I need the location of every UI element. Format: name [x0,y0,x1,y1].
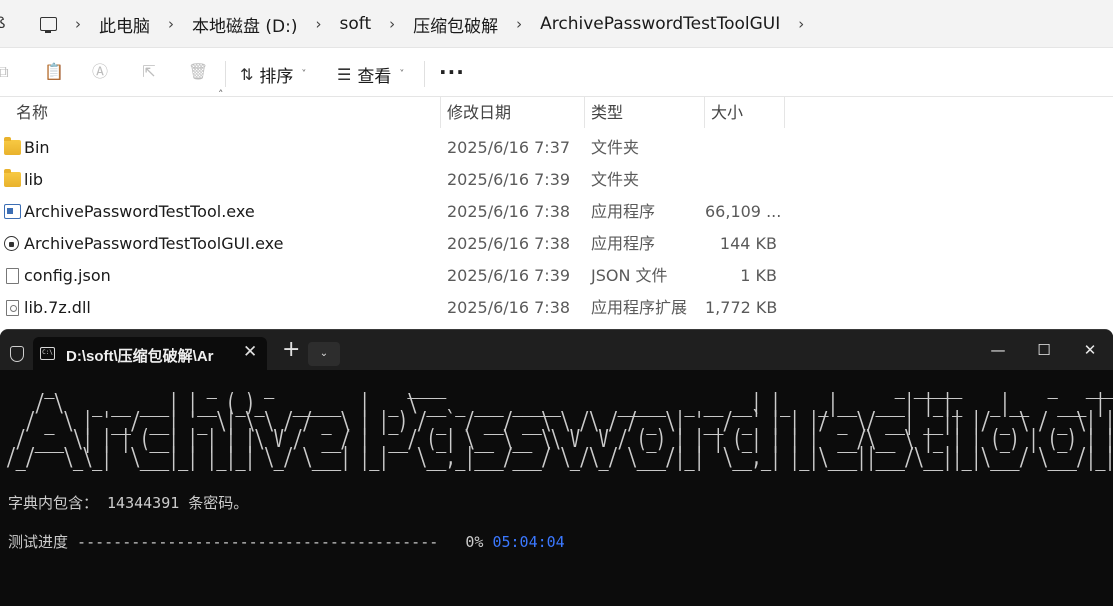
more-options-button[interactable]: ··· [439,60,465,84]
progress-bar: ---------------------------------------- [77,533,439,551]
file-size: 1,772 KB [705,298,778,317]
chevron-down-icon[interactable]: ⌄ [308,342,340,366]
sort-icon: ⇅ [240,64,254,84]
chevron-down-icon: ˅ [399,68,405,80]
file-type: 文件夹 [591,138,640,157]
tab-title: D:\soft\压缩包破解\Ar [66,348,214,365]
nav-edge-glyph: ß [0,14,6,32]
list-item[interactable]: Bin 2025/6/16 7:37 文件夹 [0,132,800,164]
progress-time: 05:04:04 [492,533,565,551]
console-icon: C:\ [40,347,55,360]
new-tab-button[interactable]: + [282,339,300,361]
shield-icon [10,346,24,362]
delete-icon[interactable]: 🗑 [188,63,208,81]
column-header-row: 名称 修改日期 类型 大小 [0,97,1113,128]
chevron-right-icon[interactable]: › [298,15,340,33]
file-date: 2025/6/16 7:39 [447,170,571,189]
dll-icon [6,300,19,316]
file-name: ArchivePasswordTestTool.exe [24,202,255,221]
file-size [705,132,777,164]
list-item[interactable]: ArchivePasswordTestTool.exe 2025/6/16 7:… [0,196,800,228]
file-date: 2025/6/16 7:37 [447,138,571,157]
chevron-right-icon[interactable]: › [780,15,822,33]
breadcrumb-this-pc[interactable]: 此电脑 [99,12,150,37]
file-date: 2025/6/16 7:39 [447,266,571,285]
breadcrumb-archive-crack[interactable]: 压缩包破解 [413,12,498,37]
breadcrumb: › 此电脑 › 本地磁盘 (D:) › soft › 压缩包破解 › Archi… [40,0,822,48]
close-tab-icon[interactable]: ✕ [243,342,257,362]
list-item[interactable]: lib 2025/6/16 7:39 文件夹 [0,164,800,196]
file-type: JSON 文件 [591,266,668,285]
terminal-window: C:\ D:\soft\压缩包破解\Ar ✕ + ⌄ — ☐ ✕ _ _ _ _… [0,329,1113,606]
file-date: 2025/6/16 7:38 [447,234,571,253]
list-item[interactable]: ArchivePasswordTestToolGUI.exe 2025/6/16… [0,228,800,260]
address-bar[interactable]: ß › 此电脑 › 本地磁盘 (D:) › soft › 压缩包破解 › Arc… [0,0,1113,48]
terminal-output[interactable]: _ _ _ ____ _ _____ _ _____ _ / \ _ __ __… [0,370,1113,606]
ascii-banner: _ _ _ ____ _ _____ _ _____ _ / \ _ __ __… [6,370,1113,471]
toolbar-divider [424,61,425,87]
chevron-right-icon[interactable]: › [498,15,540,33]
list-item[interactable]: lib.7z.dll 2025/6/16 7:38 应用程序扩展 1,772 K… [0,292,800,324]
minimize-button[interactable]: — [983,338,1013,362]
file-type: 应用程序 [591,202,656,221]
exe-icon [4,204,21,219]
file-name: config.json [24,266,111,285]
rename-icon[interactable]: Ⓐ [91,63,109,81]
breadcrumb-drive-d[interactable]: 本地磁盘 (D:) [192,12,298,37]
file-name: lib [24,170,44,189]
toolbar-divider [225,61,226,87]
sort-label: 排序 [259,66,294,87]
file-date: 2025/6/16 7:38 [447,298,571,317]
column-type[interactable]: 类型 [585,97,623,128]
file-size: 66,109 ... [705,202,782,221]
share-icon[interactable]: ⇱ [140,63,158,81]
file-size: 1 KB [740,266,777,285]
view-icon: ☰ [337,64,352,84]
computer-icon[interactable] [40,17,57,33]
column-divider[interactable] [784,97,785,128]
view-label: 查看 [357,66,392,87]
maximize-button[interactable]: ☐ [1029,338,1059,362]
breadcrumb-soft[interactable]: soft [340,14,372,34]
sort-button[interactable]: ⇅ 排序 ˅ [240,61,306,87]
file-type: 应用程序扩展 [591,298,688,317]
terminal-tab[interactable]: C:\ D:\soft\压缩包破解\Ar ✕ [33,337,267,370]
command-bar: ⧉ 📋 Ⓐ ⇱ 🗑 ⇅ 排序 ˅ ☰ 查看 ˅ [0,49,1113,97]
file-name: lib.7z.dll [24,298,91,317]
progress-label: 测试进度 [8,533,69,551]
column-size[interactable]: 大小 [705,97,743,128]
breadcrumb-current-folder[interactable]: ArchivePasswordTestToolGUI [540,14,780,34]
progress-line: 测试进度 -----------------------------------… [8,531,565,552]
column-name[interactable]: 名称 [10,97,48,128]
lock-exe-icon [4,236,19,251]
chevron-right-icon[interactable]: › [57,15,99,33]
file-date: 2025/6/16 7:38 [447,202,571,221]
terminal-titlebar[interactable]: C:\ D:\soft\压缩包破解\Ar ✕ + ⌄ — ☐ ✕ [0,330,1113,370]
dictionary-count-line: 字典内包含： 14344391 条密码。 [8,494,249,512]
file-size [705,164,777,196]
view-button[interactable]: ☰ 查看 ˅ [337,61,404,87]
file-name: Bin [24,138,50,157]
file-explorer-window: ß › 此电脑 › 本地磁盘 (D:) › soft › 压缩包破解 › Arc… [0,0,1113,330]
copy-icon[interactable]: ⧉ [0,63,12,81]
file-type: 应用程序 [591,234,656,253]
progress-percent: 0% [465,533,484,551]
file-type: 文件夹 [591,170,640,189]
folder-icon [4,169,21,187]
chevron-right-icon[interactable]: › [150,15,192,33]
column-date[interactable]: 修改日期 [441,97,511,128]
paste-icon[interactable]: 📋 [44,63,64,81]
folder-icon [4,137,21,155]
chevron-right-icon[interactable]: › [371,15,413,33]
file-name: ArchivePasswordTestToolGUI.exe [24,234,284,253]
chevron-down-icon: ˅ [301,68,307,80]
close-window-button[interactable]: ✕ [1075,338,1105,362]
file-size: 144 KB [719,234,777,253]
file-icon [6,268,19,284]
list-item[interactable]: config.json 2025/6/16 7:39 JSON 文件 1 KB [0,260,800,292]
